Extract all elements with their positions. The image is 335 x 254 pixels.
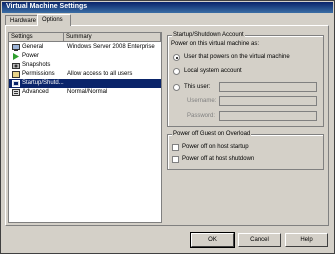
power-off-shutdown-checkbox[interactable] <box>172 156 179 163</box>
power-off-startup-checkbox[interactable] <box>172 144 179 151</box>
permissions-icon <box>12 71 20 78</box>
list-item-label: Advanced <box>22 89 49 95</box>
list-item-snapshots[interactable]: Snapshots <box>9 61 161 70</box>
list-item-general[interactable]: General Windows Server 2008 Enterprise <box>9 43 161 52</box>
list-item-label: Startup/Shutd... <box>22 80 64 86</box>
tab-options[interactable]: Options <box>37 14 71 26</box>
radio-label: This user: <box>184 84 211 90</box>
list-item-permissions[interactable]: Permissions Allow access to all users <box>9 70 161 79</box>
settings-list[interactable]: Settings Summary General Windows Server … <box>8 32 162 223</box>
password-field[interactable] <box>219 111 317 121</box>
ok-button[interactable]: OK <box>190 232 235 248</box>
general-icon <box>12 44 20 51</box>
checkbox-label: Power off on host startup <box>182 144 249 150</box>
startup-shutdown-icon <box>12 80 20 87</box>
group-title: Startup/Shutdown Account <box>172 32 245 38</box>
list-item-power[interactable]: Power <box>9 52 161 61</box>
list-item-label: Power <box>22 53 40 59</box>
title-bar[interactable]: Virtual Machine Settings <box>2 2 333 13</box>
username-label: Username: <box>187 98 217 104</box>
power-icon <box>12 53 20 60</box>
list-item-advanced[interactable]: Advanced Normal/Normal <box>9 88 161 97</box>
user-powers-on-radio[interactable] <box>173 54 180 61</box>
list-item-startup-shutdown[interactable]: Startup/Shutd... <box>9 79 161 88</box>
list-item-summary: Normal/Normal <box>67 89 108 95</box>
list-item-label: Permissions <box>22 71 55 77</box>
column-header-settings[interactable]: Settings <box>9 33 64 42</box>
group-title: Power off Guest on Overload <box>172 131 252 137</box>
local-system-radio[interactable] <box>173 68 180 75</box>
username-field[interactable] <box>219 96 317 106</box>
list-item-summary: Windows Server 2008 Enterprise <box>67 44 155 50</box>
cancel-button[interactable]: Cancel <box>238 233 281 247</box>
list-item-label: Snapshots <box>22 62 51 68</box>
this-user-radio[interactable] <box>173 84 180 91</box>
window-title: Virtual Machine Settings <box>6 3 88 10</box>
help-button[interactable]: Help <box>285 233 328 247</box>
group-description: Power on this virtual machine as: <box>171 41 260 47</box>
list-item-label: General <box>22 44 44 50</box>
password-label: Password: <box>187 113 216 119</box>
power-off-group: Power off Guest on Overload <box>167 131 324 170</box>
radio-label: User that powers on the virtual machine <box>184 54 290 60</box>
this-user-field[interactable] <box>219 82 317 92</box>
snapshots-icon <box>12 62 20 69</box>
radio-label: Local system account <box>184 68 242 74</box>
advanced-icon <box>12 89 20 96</box>
tab-hardware[interactable]: Hardware <box>5 15 38 25</box>
column-header-summary[interactable]: Summary <box>64 33 161 42</box>
checkbox-label: Power off at host shutdown <box>182 156 255 162</box>
list-item-summary: Allow access to all users <box>67 71 133 77</box>
